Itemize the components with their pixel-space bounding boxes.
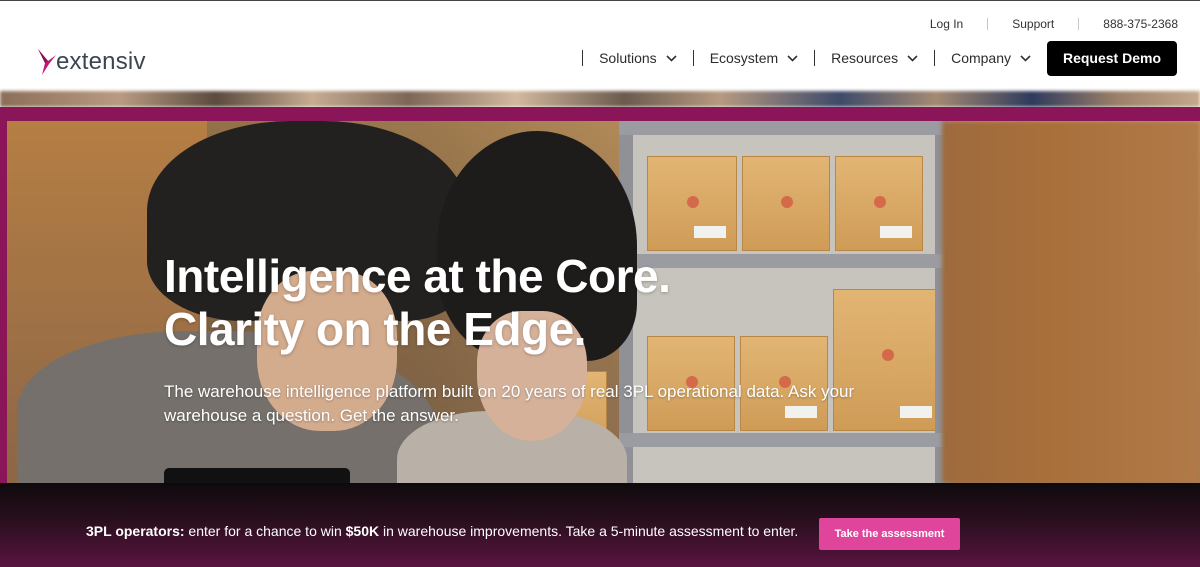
nav-divider (814, 50, 816, 66)
banner-text-part2: in warehouse improvements. Take a 5-minu… (379, 523, 799, 539)
main-nav: Solutions Ecosystem Resources Company Re… (566, 40, 1177, 76)
photo-box (835, 156, 923, 251)
hero-subtitle: The warehouse intelligence platform buil… (164, 382, 855, 425)
take-assessment-button[interactable]: Take the assessment (819, 518, 960, 550)
promo-banner-text: 3PL operators: enter for a chance to win… (86, 523, 806, 539)
photo-shelf-bar (619, 121, 949, 135)
hero-top-strip (0, 91, 1200, 107)
nav-divider (582, 50, 584, 66)
photo-foreground-blur (942, 121, 1200, 483)
nav-item-label: Resources (831, 50, 899, 66)
logo-text: extensiv (56, 48, 146, 75)
support-link[interactable]: Support (1012, 15, 1054, 33)
nav-item-resources[interactable]: Resources (831, 41, 918, 75)
photo-box (647, 156, 737, 251)
hero-title-line1: Intelligence at the Core. (164, 250, 671, 302)
site-header: extensiv Log In Support 888-375-2368 Sol… (0, 0, 1200, 91)
chevron-down-icon (666, 54, 677, 62)
utility-nav: Log In Support 888-375-2368 (930, 15, 1178, 33)
nav-divider (934, 50, 936, 66)
banner-bold-amount: $50K (345, 523, 380, 539)
phone-link[interactable]: 888-375-2368 (1103, 15, 1178, 33)
extensiv-logo[interactable]: extensiv (36, 41, 146, 77)
nav-item-label: Ecosystem (709, 50, 779, 66)
banner-bold-lead: 3PL operators: (86, 523, 185, 539)
chevron-down-icon (1020, 54, 1031, 62)
chevron-down-icon (787, 54, 798, 62)
nav-item-company[interactable]: Company (951, 41, 1031, 75)
utility-divider (987, 18, 989, 30)
nav-item-ecosystem[interactable]: Ecosystem (710, 41, 798, 75)
login-link[interactable]: Log In (930, 15, 963, 33)
hero-title: Intelligence at the Core. Clarity on the… (164, 250, 671, 356)
photo-shelf-bar (619, 433, 949, 447)
nav-item-solutions[interactable]: Solutions (599, 41, 677, 75)
hero-title-line2: Clarity on the Edge. (164, 303, 586, 355)
photo-box (742, 156, 830, 251)
logo-mark-icon (38, 49, 56, 75)
nav-item-label: Company (951, 50, 1011, 66)
chevron-down-icon (907, 54, 918, 62)
request-demo-button[interactable]: Request Demo (1047, 40, 1177, 76)
nav-divider (692, 50, 694, 66)
nav-item-label: Solutions (599, 50, 657, 66)
banner-text-part1: enter for a chance to win (184, 523, 346, 539)
utility-divider (1078, 18, 1080, 30)
